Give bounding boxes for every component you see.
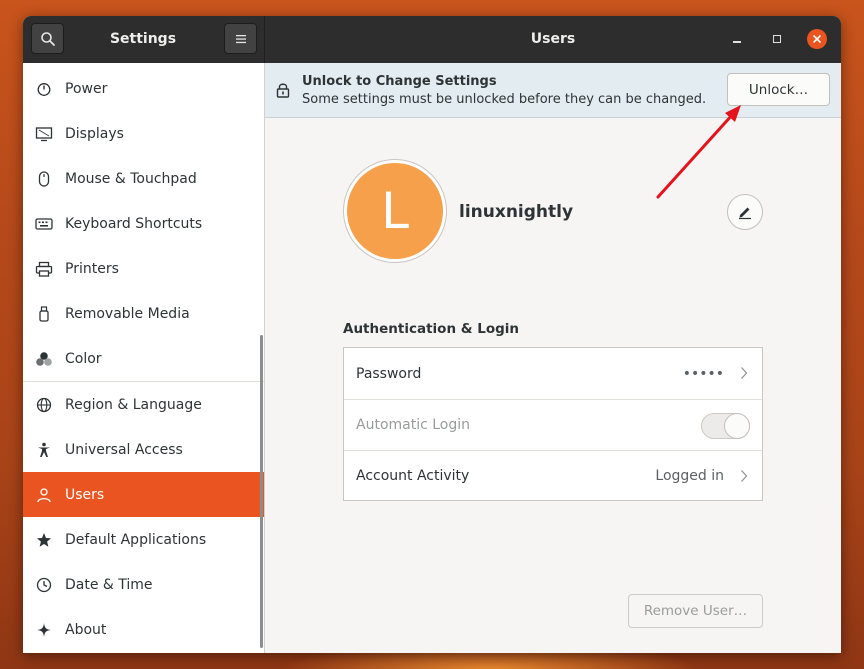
sidebar-item-displays[interactable]: Displays [23, 111, 264, 156]
color-icon [23, 351, 65, 367]
sidebar-item-removable-media[interactable]: Removable Media [23, 291, 264, 336]
sidebar-item-label: Displays [65, 125, 124, 142]
users-panel: Unlock to Change Settings Some settings … [265, 63, 841, 653]
settings-window: Settings Users Power Displays Mouse & To… [23, 16, 841, 653]
power-icon [23, 81, 65, 97]
minimize-button[interactable] [727, 29, 747, 49]
accessibility-icon [23, 442, 65, 458]
sidebar-item-label: Default Applications [65, 531, 207, 548]
account-activity-value: Logged in [655, 468, 724, 484]
sparkle-icon [23, 622, 65, 638]
automatic-login-switch[interactable] [701, 413, 750, 439]
star-icon [23, 532, 65, 548]
search-button[interactable] [31, 23, 64, 54]
password-row[interactable]: Password ••••• [344, 348, 762, 399]
maximize-icon [773, 35, 781, 43]
edit-username-button[interactable] [727, 194, 763, 230]
auth-settings-list: Password ••••• Automatic Login Account A… [343, 347, 763, 501]
sidebar-item-default-applications[interactable]: Default Applications [23, 517, 264, 562]
remove-user-button[interactable]: Remove User… [628, 594, 763, 628]
account-activity-row[interactable]: Account Activity Logged in [344, 450, 762, 501]
printer-icon [23, 261, 65, 277]
minimize-icon [733, 41, 741, 43]
sidebar-item-label: Removable Media [65, 305, 190, 322]
sidebar-item-power[interactable]: Power [23, 66, 264, 111]
automatic-login-row[interactable]: Automatic Login [344, 399, 762, 450]
sidebar-item-printers[interactable]: Printers [23, 246, 264, 291]
unlock-button[interactable]: Unlock… [727, 73, 830, 106]
sidebar-item-label: Power [65, 80, 108, 97]
pencil-icon [739, 207, 751, 220]
sidebar-item-date-time[interactable]: Date & Time [23, 562, 264, 607]
sidebar-item-region-language[interactable]: Region & Language [23, 382, 264, 427]
avatar-letter: L [347, 163, 443, 259]
sidebar: Power Displays Mouse & Touchpad Keyboard… [23, 63, 265, 653]
header-bar: Settings Users [23, 16, 841, 63]
sidebar-item-label: Users [65, 486, 105, 503]
sidebar-item-label: Date & Time [65, 576, 153, 593]
automatic-login-label: Automatic Login [356, 417, 471, 433]
infobar-subtitle: Some settings must be unlocked before th… [302, 92, 707, 107]
sidebar-scrollbar[interactable] [260, 335, 263, 648]
username-label: linuxnightly [459, 202, 574, 222]
sidebar-item-users[interactable]: Users [23, 472, 264, 517]
panel-title: Users [530, 31, 576, 47]
sidebar-title: Settings [109, 31, 177, 47]
sidebar-item-label: Keyboard Shortcuts [65, 215, 203, 232]
sidebar-item-about[interactable]: About [23, 607, 264, 652]
maximize-button[interactable] [767, 29, 787, 49]
sidebar-item-color[interactable]: Color [23, 336, 264, 381]
sidebar-item-label: Mouse & Touchpad [65, 170, 197, 187]
switch-knob [724, 413, 750, 439]
account-activity-label: Account Activity [356, 468, 470, 484]
sidebar-item-universal-access[interactable]: Universal Access [23, 427, 264, 472]
avatar[interactable]: L [343, 159, 447, 263]
password-label: Password [356, 365, 422, 382]
search-icon [40, 31, 55, 46]
mouse-icon [23, 170, 65, 187]
chevron-right-icon [741, 470, 748, 482]
auth-section-title: Authentication & Login [343, 321, 520, 337]
infobar-title: Unlock to Change Settings [302, 74, 497, 89]
close-icon [813, 35, 821, 43]
clock-icon [23, 577, 65, 593]
sidebar-header: Settings [23, 16, 265, 63]
menu-button[interactable] [224, 23, 257, 54]
lock-icon [276, 83, 290, 98]
sidebar-item-label: Printers [65, 260, 119, 277]
close-button[interactable] [807, 29, 827, 49]
sidebar-item-label: Universal Access [65, 441, 183, 458]
sidebar-item-keyboard-shortcuts[interactable]: Keyboard Shortcuts [23, 201, 264, 246]
hamburger-menu-icon [235, 34, 246, 43]
sidebar-item-label: Region & Language [65, 396, 202, 413]
sidebar-item-label: Color [65, 350, 102, 367]
users-icon [23, 487, 65, 503]
usb-drive-icon [23, 305, 65, 322]
sidebar-item-label: About [65, 621, 107, 638]
display-icon [23, 126, 65, 142]
sidebar-item-mouse-touchpad[interactable]: Mouse & Touchpad [23, 156, 264, 201]
unlock-infobar: Unlock to Change Settings Some settings … [265, 63, 841, 118]
chevron-right-icon [741, 367, 748, 379]
globe-icon [23, 397, 65, 413]
keyboard-icon [23, 217, 65, 231]
password-value: ••••• [682, 365, 724, 382]
